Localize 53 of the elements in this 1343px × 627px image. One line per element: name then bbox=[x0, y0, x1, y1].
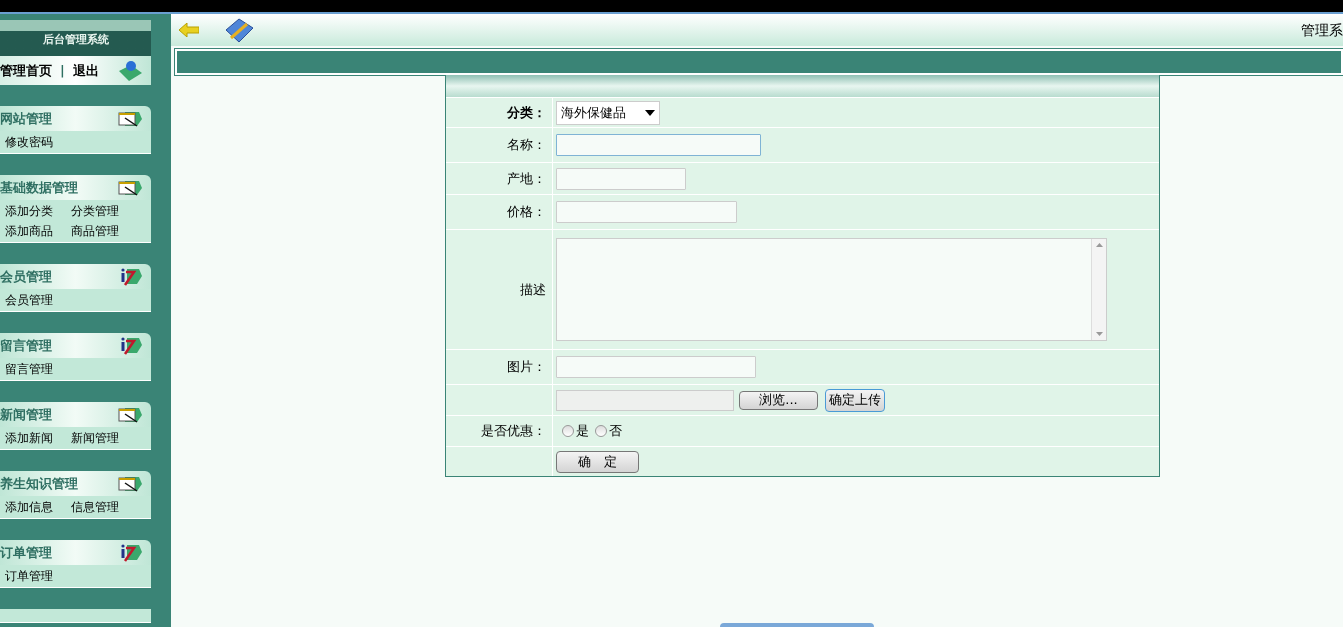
separator-text: | bbox=[60, 61, 65, 80]
menu-link[interactable]: 留言管理 bbox=[5, 359, 71, 379]
menu-group-title: 新闻管理 bbox=[0, 405, 52, 424]
dropdown-value: 海外保健品 bbox=[561, 103, 626, 122]
menu-link[interactable]: 添加商品 bbox=[5, 221, 71, 241]
description-textarea[interactable] bbox=[556, 238, 1107, 341]
book-tools-icon[interactable] bbox=[223, 16, 255, 44]
text-input[interactable] bbox=[556, 201, 737, 223]
menu-group-title: 订单管理 bbox=[0, 543, 52, 562]
nav-link[interactable]: 管理首页 bbox=[0, 60, 52, 81]
nav-link[interactable]: 退出 bbox=[72, 60, 99, 81]
caret-icon bbox=[645, 109, 655, 116]
file-path-field[interactable] bbox=[556, 389, 734, 411]
field-label: 产地： bbox=[507, 169, 546, 188]
menu-link[interactable]: 信息管理 bbox=[71, 497, 137, 517]
scrollbar[interactable] bbox=[1091, 239, 1106, 340]
menu-link[interactable]: 会员管理 bbox=[5, 290, 71, 310]
menu-link[interactable]: 分类管理 bbox=[71, 201, 137, 221]
menu-group-title: 会员管理 bbox=[0, 267, 52, 286]
text-input[interactable] bbox=[556, 167, 686, 190]
menu-link[interactable]: 商品管理 bbox=[71, 221, 137, 241]
menu-group-title: 网站管理 bbox=[0, 109, 52, 128]
field-label: 价格： bbox=[507, 203, 546, 222]
confirm-button[interactable]: 确 定 bbox=[556, 450, 639, 473]
menu-link[interactable]: 新闻管理 bbox=[71, 428, 137, 448]
menu-link[interactable]: 添加分类 bbox=[5, 201, 71, 221]
text-input[interactable] bbox=[556, 356, 756, 378]
radio-button[interactable] bbox=[562, 425, 574, 437]
sidebar-title: 后台管理系统 bbox=[42, 31, 109, 48]
browse-button[interactable]: 浏览... bbox=[739, 390, 818, 410]
field-label: 分类： bbox=[507, 103, 546, 122]
menu-link[interactable]: 添加新闻 bbox=[5, 428, 71, 448]
radio-button[interactable] bbox=[595, 425, 607, 437]
header-title: 管理系 bbox=[1301, 20, 1343, 40]
category-dropdown[interactable]: 海外保健品 bbox=[556, 100, 660, 125]
scroll-up-icon[interactable] bbox=[1095, 243, 1103, 247]
radio-label: 是 bbox=[576, 422, 589, 441]
menu-group-title: 养生知识管理 bbox=[0, 474, 78, 493]
menu-link[interactable]: 订单管理 bbox=[5, 566, 71, 586]
menu-group-title: 留言管理 bbox=[0, 336, 52, 355]
menu-link[interactable]: 修改密码 bbox=[5, 132, 71, 152]
field-label: 是否优惠： bbox=[481, 422, 546, 441]
scroll-down-icon[interactable] bbox=[1095, 332, 1103, 336]
menu-group-title: 基础数据管理 bbox=[0, 178, 78, 197]
book-globe-icon bbox=[117, 58, 143, 83]
text-input[interactable] bbox=[556, 134, 761, 156]
menu-link[interactable]: 添加信息 bbox=[5, 497, 71, 517]
field-label: 图片： bbox=[507, 358, 546, 377]
upload-button[interactable]: 确定上传 bbox=[825, 388, 885, 412]
radio-label: 否 bbox=[609, 422, 622, 441]
back-arrow-icon[interactable] bbox=[179, 23, 199, 37]
field-label: 名称： bbox=[507, 136, 546, 155]
field-label: 描述 bbox=[520, 280, 546, 299]
